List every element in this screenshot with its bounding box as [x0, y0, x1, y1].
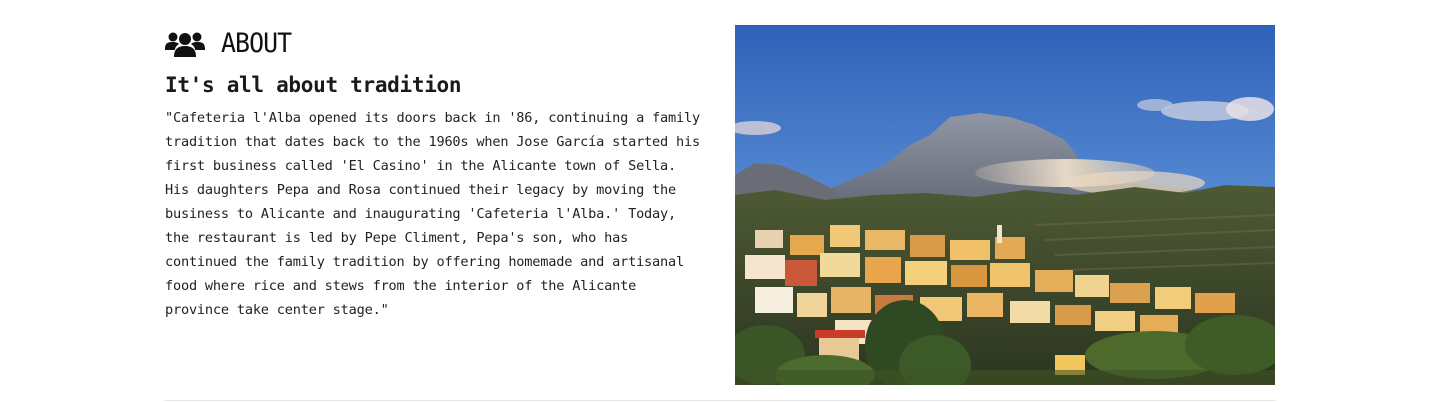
about-subtitle: It's all about tradition [165, 73, 462, 97]
users-icon [165, 29, 205, 59]
about-text-column: ABOUT It's all about tradition "Cafeteri… [165, 26, 715, 322]
section-title: ABOUT [221, 28, 292, 59]
about-section: ABOUT It's all about tradition "Cafeteri… [165, 0, 1275, 402]
village-photo [735, 25, 1275, 385]
section-divider [165, 400, 1275, 401]
about-heading: ABOUT [165, 26, 715, 62]
about-paragraph: "Cafeteria l'Alba opened its doors back … [165, 110, 700, 318]
